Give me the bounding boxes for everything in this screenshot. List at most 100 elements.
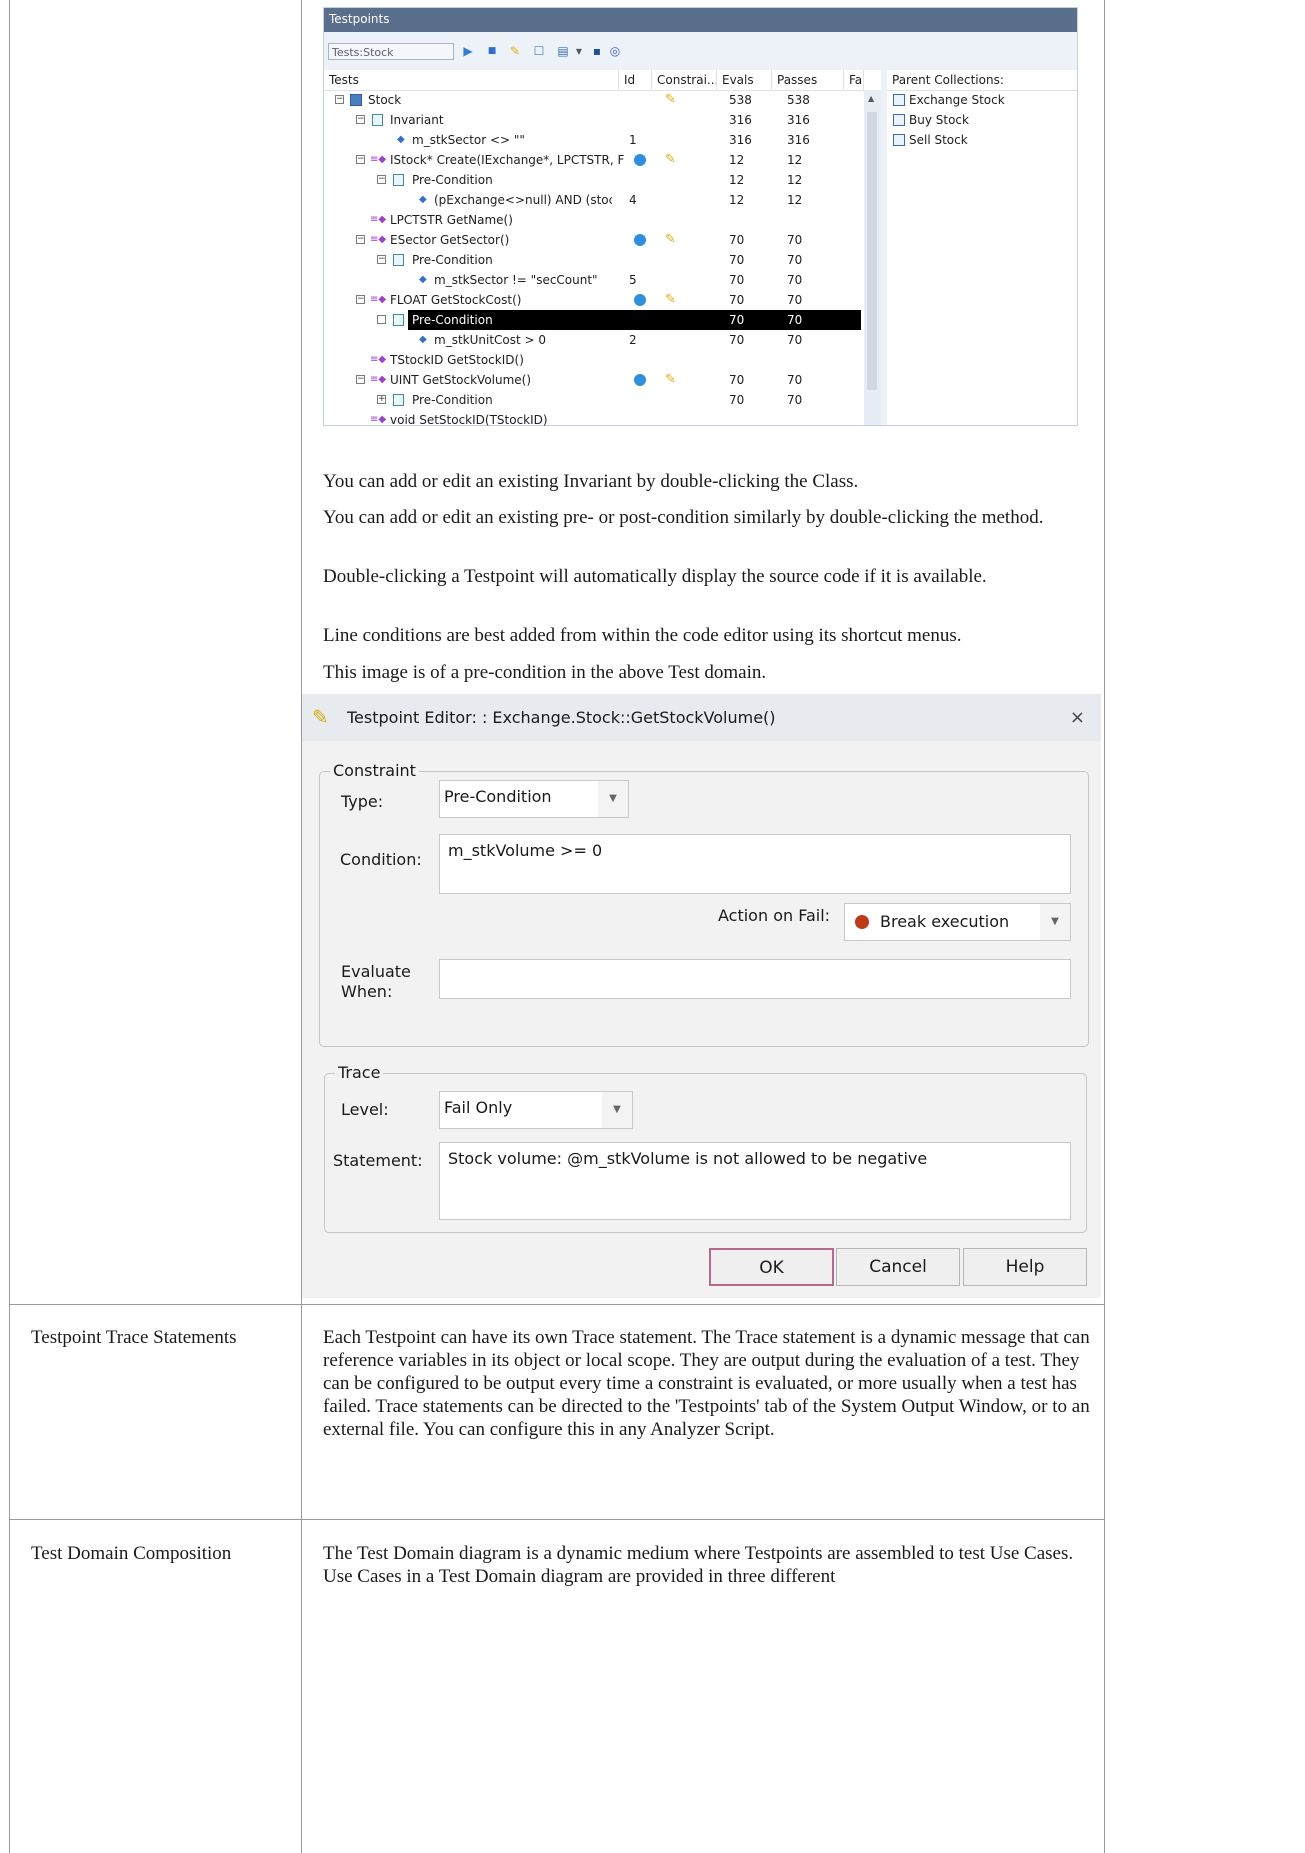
parent-collection-item[interactable]: Buy Stock bbox=[893, 110, 969, 130]
action-on-fail-select[interactable]: Break execution ▼ bbox=[844, 903, 1071, 941]
chevron-down-icon[interactable]: ▼ bbox=[1040, 904, 1070, 940]
testpoint-icon: ◆ bbox=[397, 134, 405, 145]
scrollbar-thumb[interactable] bbox=[867, 112, 877, 390]
column-header-fails[interactable]: Fa bbox=[844, 70, 864, 90]
tree-row[interactable]: − ≡◆ UINT GetStockVolume() ✎ 70 70 bbox=[324, 370, 861, 390]
evaluate-when-label-2: When: bbox=[341, 982, 393, 1001]
passes-value: 12 bbox=[787, 193, 803, 207]
column-header-passes[interactable]: Passes bbox=[772, 70, 844, 90]
collapse-icon[interactable]: − bbox=[377, 255, 386, 264]
panel-splitter[interactable] bbox=[881, 70, 887, 425]
save-icon[interactable]: ▪ bbox=[590, 43, 604, 60]
tree-row-selected[interactable]: − Pre-Condition 70 70 bbox=[324, 310, 861, 330]
tree-row[interactable]: − Stock ✎ 538 538 bbox=[324, 90, 861, 110]
testpoints-toolbar: Tests:Stock ▶ ■ ✎ ☐ ▤ ▼ ▪ ◎ bbox=[324, 32, 1077, 70]
collection-icon bbox=[893, 94, 905, 106]
constraint-group-icon bbox=[393, 314, 404, 326]
scroll-up-icon[interactable]: ▲ bbox=[868, 94, 874, 103]
pencil-icon: ✎ bbox=[665, 232, 676, 247]
collection-icon bbox=[893, 114, 905, 126]
collapse-icon[interactable]: − bbox=[377, 315, 386, 324]
column-header-evals[interactable]: Evals bbox=[717, 70, 772, 90]
tree-row[interactable]: ◆ m_stkSector <> "" 1 316 316 bbox=[324, 130, 861, 150]
type-select[interactable]: Pre-Condition ▼ bbox=[439, 780, 629, 818]
tree-row[interactable]: − ≡◆ IStock* Create(IExchange*, LPCTSTR,… bbox=[324, 150, 861, 170]
class-icon bbox=[350, 94, 362, 106]
tree-row[interactable]: ≡◆ LPCTSTR GetName() bbox=[324, 210, 861, 230]
grid-icon[interactable]: ▤ bbox=[556, 43, 570, 60]
column-header-constraint[interactable]: Constrai... bbox=[652, 70, 717, 90]
tree-row-label: m_stkSector <> "" bbox=[412, 133, 525, 147]
pencil-icon[interactable]: ✎ bbox=[508, 43, 522, 60]
parent-collection-item[interactable]: Sell Stock bbox=[893, 130, 968, 150]
collapse-icon[interactable]: − bbox=[356, 155, 365, 164]
dropdown-icon[interactable]: ▼ bbox=[572, 43, 586, 60]
condition-field[interactable]: m_stkVolume >= 0 bbox=[439, 834, 1071, 894]
id-value: 5 bbox=[629, 273, 637, 287]
method-icon: ≡◆ bbox=[370, 374, 387, 385]
id-value: 1 bbox=[629, 133, 637, 147]
pencil-icon: ✎ bbox=[665, 292, 676, 307]
tree-row-label: Pre-Condition bbox=[412, 253, 493, 267]
evals-value: 70 bbox=[729, 393, 745, 407]
play-icon[interactable]: ▶ bbox=[461, 43, 475, 60]
close-icon[interactable]: × bbox=[1070, 694, 1085, 741]
evals-value: 12 bbox=[729, 153, 745, 167]
collapse-icon[interactable]: − bbox=[377, 175, 386, 184]
statement-field[interactable]: Stock volume: @m_stkVolume is not allowe… bbox=[439, 1142, 1071, 1220]
tree-row[interactable]: ≡◆ void SetStockID(TStockID) bbox=[324, 410, 861, 430]
tree-row[interactable]: ◆ (pExchange<>null) AND (stock 4 12 12 bbox=[324, 190, 861, 210]
ok-button[interactable]: OK bbox=[709, 1248, 834, 1286]
column-header-tests[interactable]: Tests bbox=[324, 70, 619, 90]
paragraph-pre-post-condition: You can add or edit an existing pre- or … bbox=[323, 507, 1044, 528]
level-select[interactable]: Fail Only ▼ bbox=[439, 1091, 633, 1129]
tree-row[interactable]: − ≡◆ ESector GetSector() ✎ 70 70 bbox=[324, 230, 861, 250]
tree-row-label: Pre-Condition bbox=[412, 313, 493, 327]
parent-collection-item[interactable]: Exchange Stock bbox=[893, 90, 1005, 110]
target-icon[interactable]: ◎ bbox=[608, 43, 622, 60]
evals-value: 538 bbox=[729, 93, 752, 107]
chevron-down-icon[interactable]: ▼ bbox=[598, 781, 628, 817]
collapse-icon[interactable]: − bbox=[356, 235, 365, 244]
collapse-icon[interactable]: − bbox=[356, 375, 365, 384]
tree-row[interactable]: ≡◆ TStockID GetStockID() bbox=[324, 350, 861, 370]
passes-value: 316 bbox=[787, 113, 810, 127]
evals-value: 70 bbox=[729, 273, 745, 287]
tree-row-label: UINT GetStockVolume() bbox=[390, 373, 532, 387]
table-right-border bbox=[1104, 0, 1105, 1853]
tree-row[interactable]: − Invariant 316 316 bbox=[324, 110, 861, 130]
evals-value: 316 bbox=[729, 133, 752, 147]
dialog-title-bar: ✎ Testpoint Editor: : Exchange.Stock::Ge… bbox=[302, 694, 1101, 741]
tree-row[interactable]: + Pre-Condition 70 70 bbox=[324, 390, 861, 410]
tree-row-label: Pre-Condition bbox=[412, 173, 493, 187]
tree-row-label: (pExchange<>null) AND (stock bbox=[434, 193, 612, 207]
column-header-id[interactable]: Id bbox=[619, 70, 652, 90]
evals-value: 70 bbox=[729, 333, 745, 347]
collapse-icon[interactable]: − bbox=[356, 115, 365, 124]
tree-row[interactable]: ◆ m_stkSector != "secCount" 5 70 70 bbox=[324, 270, 861, 290]
type-label: Type: bbox=[341, 792, 384, 811]
evals-value: 316 bbox=[729, 113, 752, 127]
checkbox-icon[interactable]: ☐ bbox=[532, 43, 546, 60]
parent-collection-label: Buy Stock bbox=[909, 113, 969, 127]
pencil-icon: ✎ bbox=[665, 152, 676, 167]
tree-row-label: FLOAT GetStockCost() bbox=[390, 293, 522, 307]
stop-icon[interactable]: ■ bbox=[485, 43, 499, 60]
collapse-icon[interactable]: − bbox=[335, 95, 344, 104]
tree-row-label: IStock* Create(IExchange*, LPCTSTR, F bbox=[390, 153, 625, 167]
tree-row[interactable]: − Pre-Condition 70 70 bbox=[324, 250, 861, 270]
type-select-value: Pre-Condition bbox=[444, 787, 552, 806]
cancel-button[interactable]: Cancel bbox=[836, 1248, 960, 1286]
collapse-icon[interactable]: − bbox=[356, 295, 365, 304]
chevron-down-icon[interactable]: ▼ bbox=[602, 1092, 632, 1128]
tree-row[interactable]: ◆ m_stkUnitCost > 0 2 70 70 bbox=[324, 330, 861, 350]
passes-value: 70 bbox=[787, 273, 803, 287]
help-button[interactable]: Help bbox=[963, 1248, 1087, 1286]
evaluate-when-field[interactable] bbox=[439, 959, 1071, 999]
evals-value: 70 bbox=[729, 253, 745, 267]
test-suite-field[interactable]: Tests:Stock bbox=[328, 43, 454, 60]
tree-row-label: Pre-Condition bbox=[412, 393, 493, 407]
expand-icon[interactable]: + bbox=[377, 395, 386, 404]
tree-row[interactable]: − Pre-Condition 12 12 bbox=[324, 170, 861, 190]
tree-row[interactable]: − ≡◆ FLOAT GetStockCost() ✎ 70 70 bbox=[324, 290, 861, 310]
